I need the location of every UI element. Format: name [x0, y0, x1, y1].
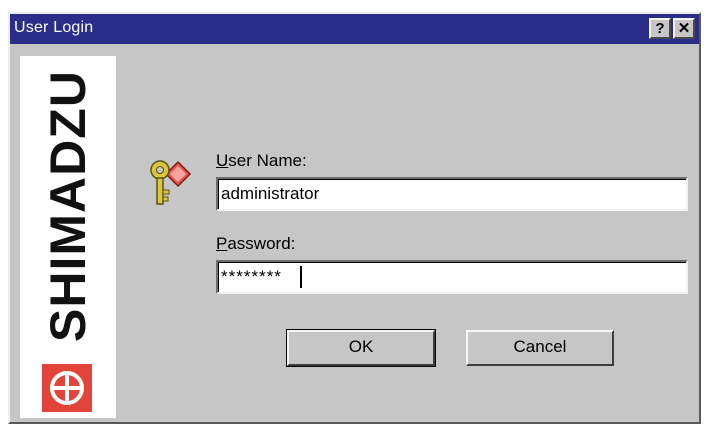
close-button[interactable]: ✕ [673, 18, 695, 39]
cancel-button[interactable]: Cancel [466, 330, 614, 366]
shimadzu-cross-circle-icon [42, 364, 92, 412]
logo-panel: SHIMADZU [20, 56, 116, 418]
shimadzu-logo-text: SHIMADZU [40, 70, 96, 342]
help-icon: ? [655, 20, 665, 37]
title-bar[interactable]: User Login ? ✕ [10, 14, 699, 44]
text-caret [300, 266, 302, 288]
help-button[interactable]: ? [649, 18, 671, 39]
user-login-dialog: User Login ? ✕ SHIMADZU User Name: Pas [8, 12, 701, 424]
username-label: User Name: [216, 151, 307, 170]
password-label: Password: [216, 234, 296, 253]
close-icon: ✕ [677, 20, 691, 37]
window-title: User Login [14, 19, 94, 36]
password-input[interactable] [216, 260, 688, 294]
ok-button[interactable]: OK [287, 330, 435, 366]
username-input[interactable] [216, 177, 688, 211]
key-icon [150, 160, 192, 205]
